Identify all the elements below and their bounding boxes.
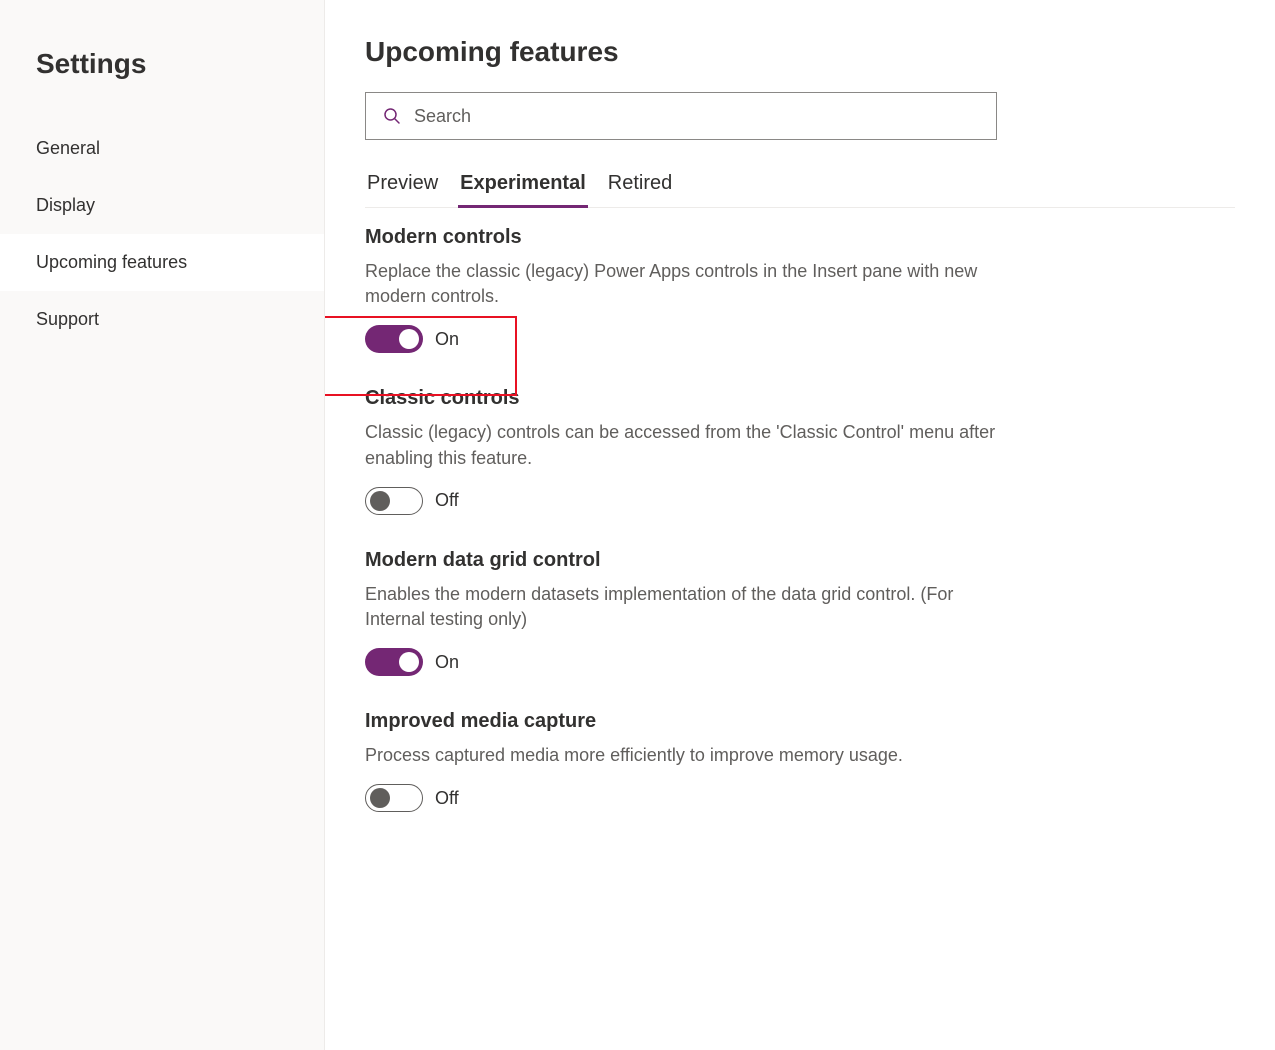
sidebar-item-display[interactable]: Display [0,177,324,234]
sidebar-title: Settings [0,48,324,120]
sidebar-item-support[interactable]: Support [0,291,324,348]
feature-classic-controls: Classic controls Classic (legacy) contro… [365,387,1005,514]
feature-description: Process captured media more efficiently … [365,743,1005,768]
toggle-row: Off [365,487,1005,515]
feature-improved-media-capture: Improved media capture Process captured … [365,710,1005,812]
tab-preview[interactable]: Preview [365,164,440,207]
toggle-knob [370,788,390,808]
search-icon [382,106,402,126]
search-box[interactable] [365,92,997,140]
feature-description: Enables the modern datasets implementati… [365,582,1005,632]
toggle-improved-media-capture[interactable] [365,784,423,812]
toggle-knob [399,329,419,349]
toggle-label: Off [435,788,459,809]
feature-description: Classic (legacy) controls can be accesse… [365,420,1005,470]
toggle-row: On [365,648,1005,676]
page-title: Upcoming features [365,36,1235,68]
feature-modern-data-grid: Modern data grid control Enables the mod… [365,549,1005,676]
feature-title: Classic controls [365,387,1005,410]
toggle-knob [399,652,419,672]
tab-retired[interactable]: Retired [606,164,674,207]
sidebar-item-general[interactable]: General [0,120,324,177]
sidebar-item-upcoming-features[interactable]: Upcoming features [0,234,324,291]
tab-experimental[interactable]: Experimental [458,164,588,207]
main-content: Upcoming features Preview Experimental R… [325,0,1275,1050]
toggle-knob [370,491,390,511]
toggle-label: On [435,652,459,673]
toggle-classic-controls[interactable] [365,487,423,515]
toggle-row: On [365,325,1005,353]
feature-title: Modern controls [365,226,1005,249]
toggle-modern-controls[interactable] [365,325,423,353]
search-input[interactable] [414,106,980,127]
feature-modern-controls: Modern controls Replace the classic (leg… [365,226,1005,353]
toggle-modern-data-grid[interactable] [365,648,423,676]
feature-description: Replace the classic (legacy) Power Apps … [365,259,1005,309]
tabs: Preview Experimental Retired [365,164,1235,208]
toggle-label: Off [435,490,459,511]
feature-title: Modern data grid control [365,549,1005,572]
sidebar: Settings General Display Upcoming featur… [0,0,325,1050]
toggle-row: Off [365,784,1005,812]
toggle-label: On [435,329,459,350]
feature-title: Improved media capture [365,710,1005,733]
